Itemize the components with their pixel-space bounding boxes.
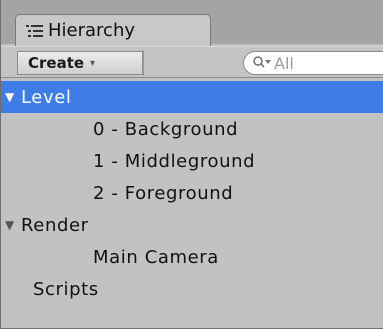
tree-item[interactable]: ▼ Render: [1, 209, 383, 241]
hierarchy-toolbar: Create ▾ All: [1, 46, 383, 78]
tree-item[interactable]: Scripts: [1, 273, 383, 305]
hierarchy-tree: ▼ Level 0 - Background 1 - Middleground 2 - …: [1, 81, 383, 305]
tree-item-label: Scripts: [33, 278, 99, 300]
search-input[interactable]: All: [243, 51, 383, 75]
tree-item[interactable]: 1 - Middleground: [1, 145, 383, 177]
tree-item[interactable]: ▼ Level: [1, 81, 383, 113]
tab-bar: Hierarchy: [1, 0, 383, 46]
tree-item-label: 1 - Middleground: [93, 150, 256, 172]
tree-item[interactable]: 0 - Background: [1, 113, 383, 145]
tab-title: Hierarchy: [48, 20, 136, 41]
tree-item[interactable]: Main Camera: [1, 241, 383, 273]
hierarchy-panel: Hierarchy Create ▾ All ▼ Level 0 - Backgro…: [0, 0, 383, 329]
tree-item-label: Render: [21, 214, 89, 236]
expand-arrow-icon[interactable]: ▼: [5, 90, 19, 104]
tree-item-label: Level: [21, 86, 72, 108]
expand-arrow-icon[interactable]: ▼: [5, 218, 19, 232]
tree-item-label: 2 - Foreground: [93, 182, 234, 204]
toolbar-separator: [143, 50, 144, 76]
search-dropdown-icon[interactable]: [252, 54, 272, 73]
tree-item[interactable]: 2 - Foreground: [1, 177, 383, 209]
chevron-down-icon: ▾: [90, 57, 96, 69]
tab-hierarchy[interactable]: Hierarchy: [15, 14, 211, 46]
tree-item-label: Main Camera: [93, 246, 219, 268]
tree-item-label: 0 - Background: [93, 118, 239, 140]
list-icon: [26, 24, 44, 38]
create-button[interactable]: Create ▾: [17, 51, 143, 75]
search-placeholder: All: [274, 53, 294, 73]
create-button-label: Create: [28, 54, 85, 72]
